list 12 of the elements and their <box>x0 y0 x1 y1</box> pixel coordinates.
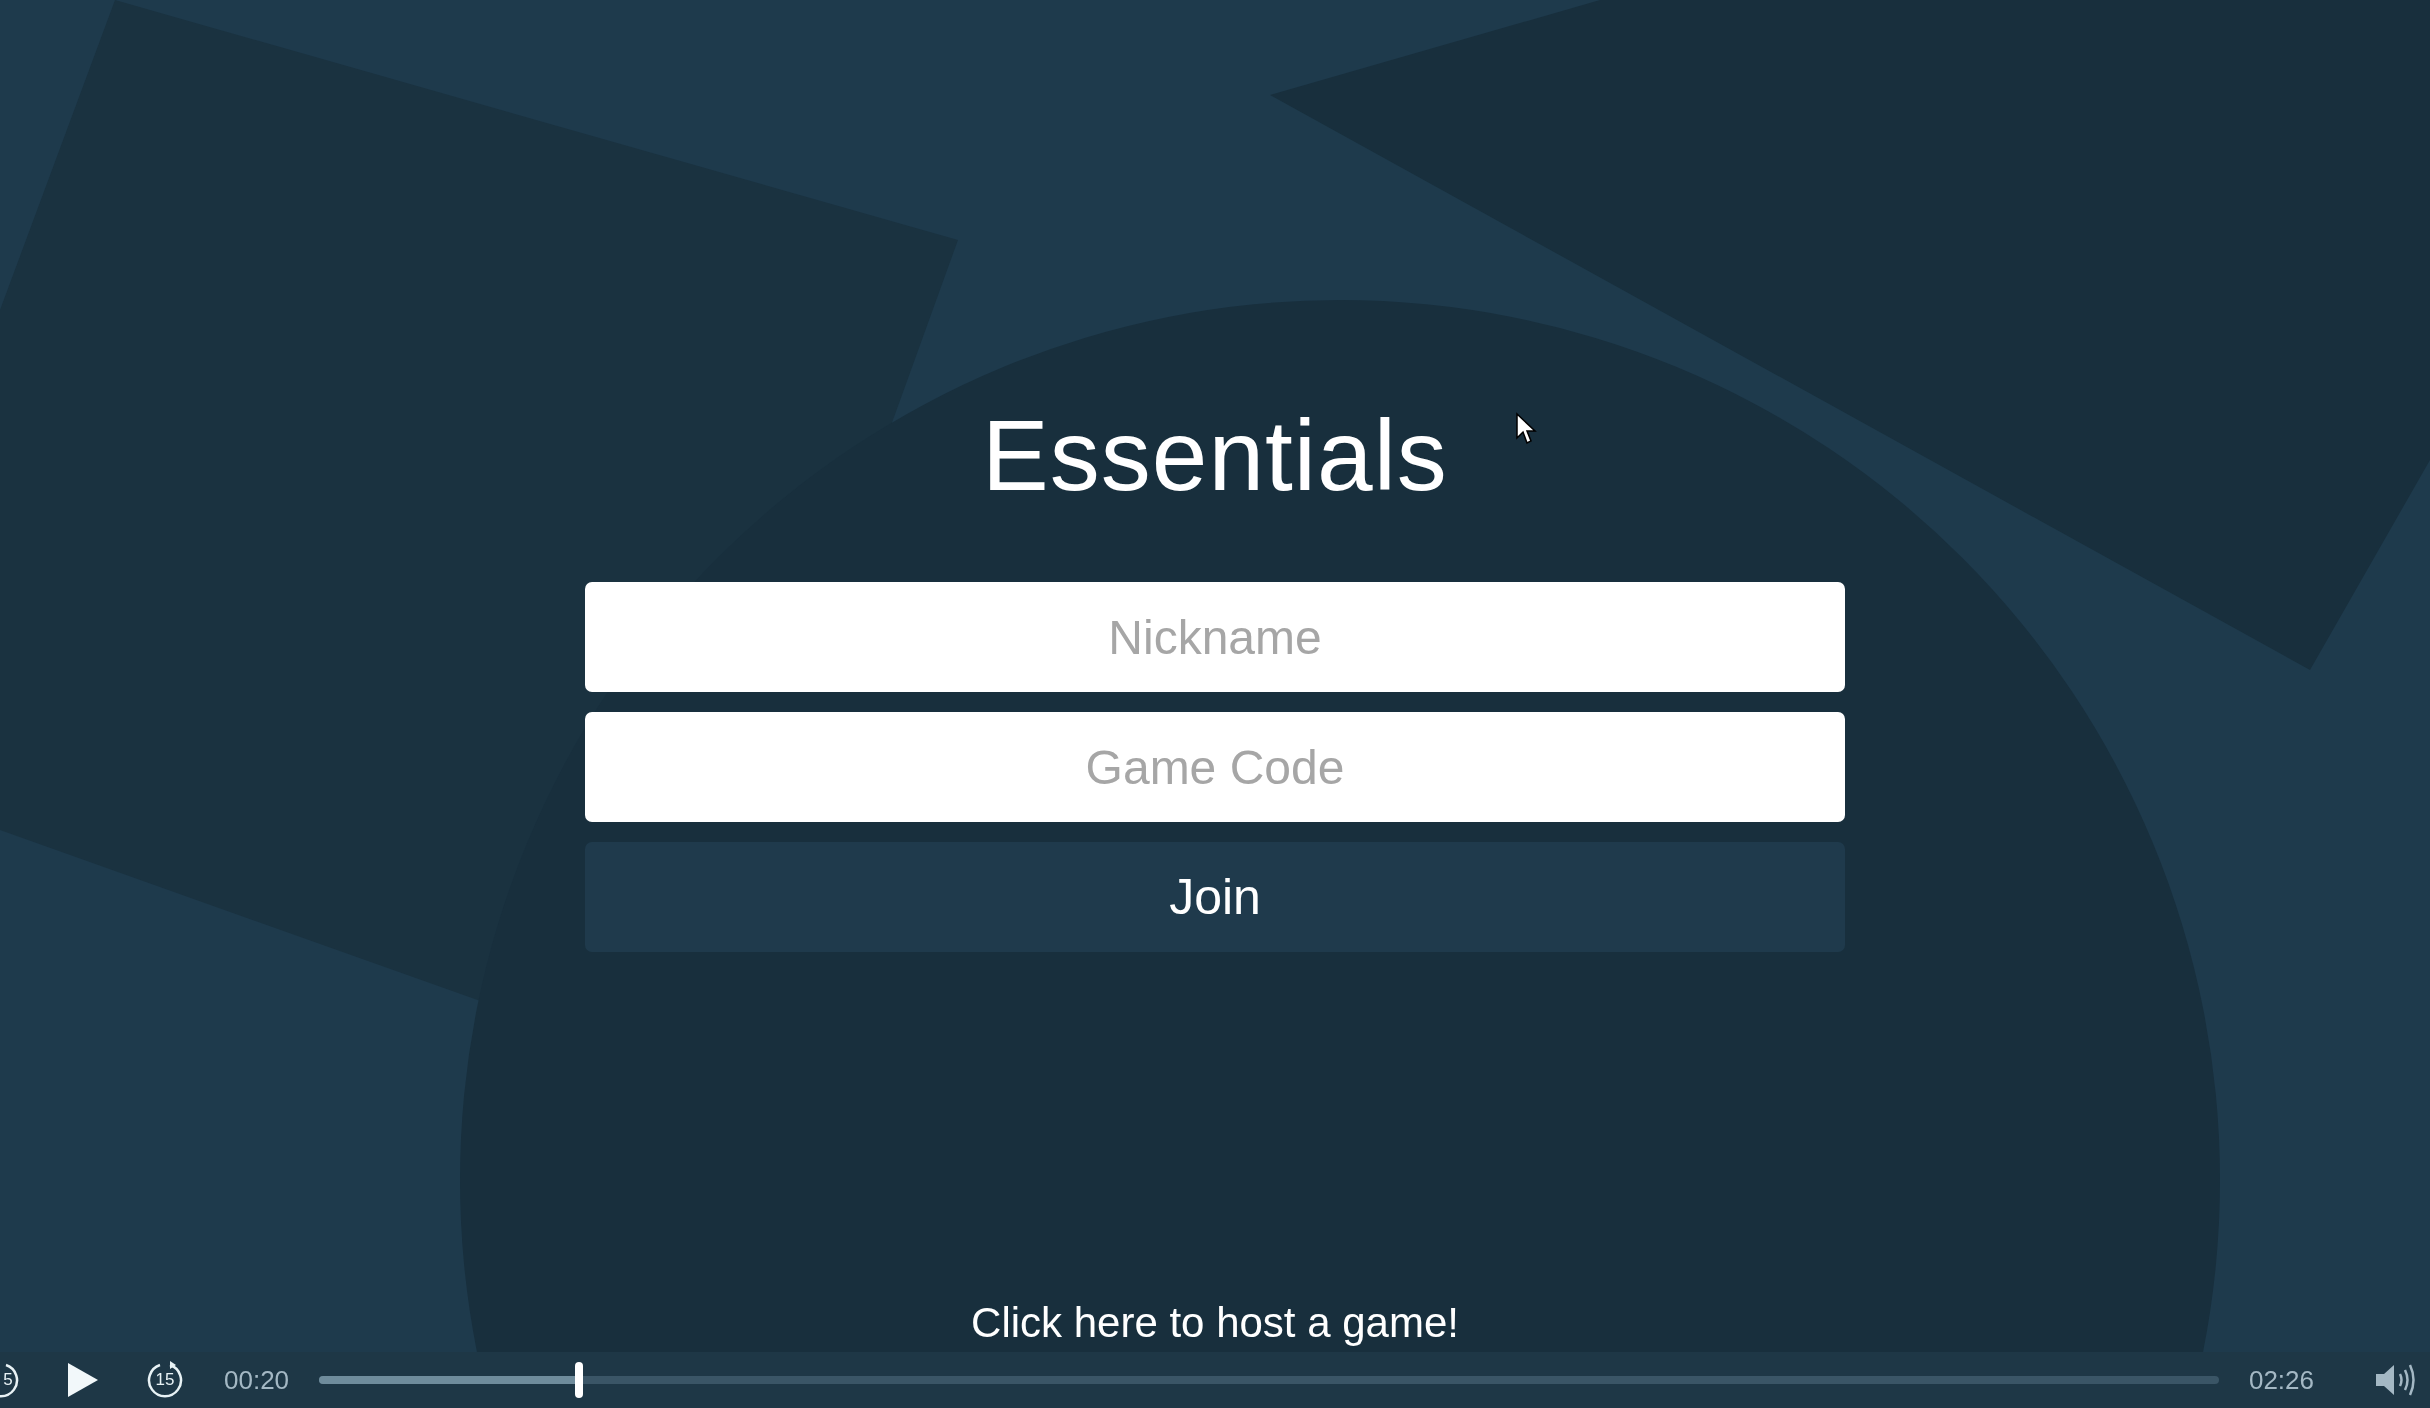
input-field[interactable]: Nickname <box>585 582 1845 692</box>
join-button[interactable]: Join <box>585 842 1845 952</box>
progress-thumb[interactable] <box>575 1362 584 1398</box>
host-game-link[interactable]: Click here to host a game! <box>971 1298 1459 1348</box>
progress-track[interactable] <box>319 1362 2219 1398</box>
duration: 02:26 <box>2248 1364 2314 1396</box>
page-title: Essentials <box>982 398 1448 513</box>
skip-forward-button[interactable]: 15 <box>146 1361 184 1399</box>
mouse-cursor-icon <box>1515 412 1537 446</box>
input-field[interactable]: Game Code <box>585 712 1845 822</box>
skip-back-button[interactable]: 5 <box>0 1361 20 1399</box>
current-time: 00:20 <box>224 1364 290 1396</box>
